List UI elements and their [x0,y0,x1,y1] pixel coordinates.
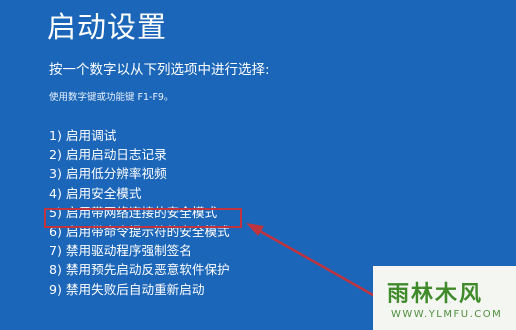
watermark-url: WWW.YLMFU.COM [391,309,503,320]
watermark-name: 雨林木风 [387,281,484,307]
watermark-logo: 雨林木风 WWW.YLMFU.COM [373,266,516,330]
